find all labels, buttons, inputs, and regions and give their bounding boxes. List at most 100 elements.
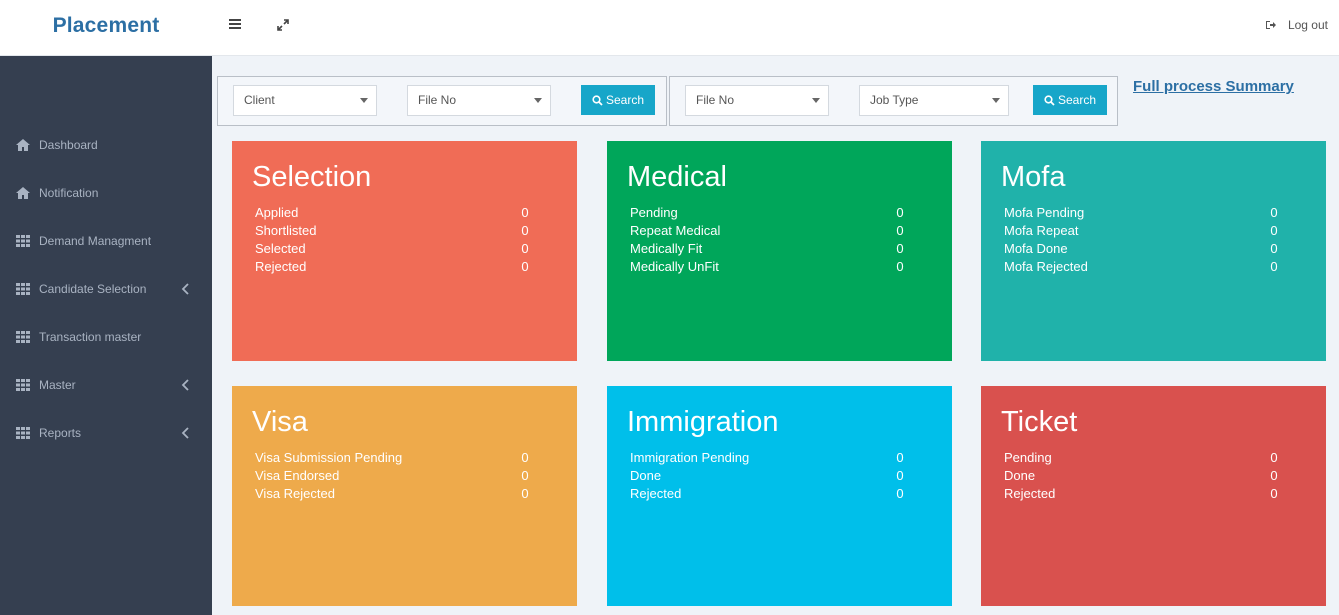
card-row: Done 0 — [630, 467, 905, 485]
grid-icon — [16, 427, 30, 439]
chevron-left-icon — [181, 379, 189, 391]
card-row: Rejected 0 — [255, 258, 530, 276]
sidebar-item-master[interactable]: Master — [0, 370, 212, 400]
card-rows: Pending 0 Done 0 Rejected 0 — [1004, 449, 1279, 503]
card-row: Mofa Pending 0 — [1004, 204, 1279, 222]
sidebar-item-label: Reports — [39, 426, 82, 440]
card-row: Visa Submission Pending 0 — [255, 449, 530, 467]
card-title: Medical — [627, 161, 727, 193]
card-row: Immigration Pending 0 — [630, 449, 905, 467]
card-row: Done 0 — [1004, 467, 1279, 485]
job-type-select[interactable]: Job Type — [859, 85, 1009, 116]
selection-card[interactable]: Selection Applied 0 Shortlisted 0 Selected… — [232, 141, 577, 361]
search-button-2[interactable]: Search — [1033, 85, 1107, 115]
client-select-value: Client — [244, 93, 275, 107]
brand-title[interactable]: Placement — [0, 0, 212, 56]
sidebar-item-demand-managment[interactable]: Demand Managment — [0, 226, 212, 256]
ticket-card[interactable]: Ticket Pending 0 Done 0 Rejected 0 — [981, 386, 1326, 606]
card-row: Rejected 0 — [1004, 485, 1279, 503]
top-header: Placement Log out — [0, 0, 1339, 56]
row-value: 0 — [896, 223, 904, 238]
sidebar-item-label: Master — [39, 378, 76, 392]
row-label: Mofa Done — [1004, 241, 1068, 256]
visa-card[interactable]: Visa Visa Submission Pending 0 Visa Endor… — [232, 386, 577, 606]
sidebar-item-label: Dashboard — [39, 138, 98, 152]
row-value: 0 — [1270, 223, 1278, 238]
row-label: Selected — [255, 241, 306, 256]
row-label: Visa Endorsed — [255, 468, 340, 483]
row-label: Visa Submission Pending — [255, 450, 403, 465]
row-value: 0 — [1270, 259, 1278, 274]
immigration-card[interactable]: Immigration Immigration Pending 0 Done 0 R… — [607, 386, 952, 606]
search-button-label: Search — [605, 93, 645, 107]
card-row: Pending 0 — [1004, 449, 1279, 467]
sidebar-item-dashboard[interactable]: Dashboard — [0, 130, 212, 160]
card-rows: Mofa Pending 0 Mofa Repeat 0 Mofa Done 0 Mo… — [1004, 204, 1279, 276]
row-label: Mofa Rejected — [1004, 259, 1088, 274]
sidebar-item-label: Notification — [39, 186, 99, 200]
row-value: 0 — [1270, 205, 1278, 220]
search-button-label: Search — [1057, 93, 1097, 107]
card-row: Repeat Medical 0 — [630, 222, 905, 240]
menu-icon[interactable] — [228, 17, 246, 35]
filter-group-jobtype: File No Job Type Search — [669, 76, 1118, 126]
sidebar-item-transaction-master[interactable]: Transaction master — [0, 322, 212, 352]
sidebar-item-candidate-selection[interactable]: Candidate Selection — [0, 274, 212, 304]
expand-icon[interactable] — [275, 17, 293, 35]
search-button[interactable]: Search — [581, 85, 655, 115]
card-rows: Visa Submission Pending 0 Visa Endorsed 0 … — [255, 449, 530, 503]
card-title: Visa — [252, 406, 308, 438]
row-label: Visa Rejected — [255, 486, 335, 501]
row-value: 0 — [521, 468, 529, 483]
medical-card[interactable]: Medical Pending 0 Repeat Medical 0 Medical… — [607, 141, 952, 361]
card-row: Mofa Repeat 0 — [1004, 222, 1279, 240]
card-row: Pending 0 — [630, 204, 905, 222]
row-value: 0 — [521, 486, 529, 501]
row-label: Pending — [1004, 450, 1052, 465]
card-row: Medically Fit 0 — [630, 240, 905, 258]
grid-icon — [16, 379, 30, 391]
sidebar-item-reports[interactable]: Reports — [0, 418, 212, 448]
logout-button[interactable]: Log out — [1265, 18, 1328, 32]
file-no-select[interactable]: File No — [407, 85, 551, 116]
file-no-select-value: File No — [418, 93, 457, 107]
filter-group-client: Client File No Search — [217, 76, 667, 126]
grid-icon — [16, 283, 30, 295]
client-select[interactable]: Client — [233, 85, 377, 116]
mofa-card[interactable]: Mofa Mofa Pending 0 Mofa Repeat 0 Mofa Don… — [981, 141, 1326, 361]
row-label: Rejected — [1004, 486, 1056, 501]
card-title: Selection — [252, 161, 372, 193]
card-row: Medically UnFit 0 — [630, 258, 905, 276]
card-row: Shortlisted 0 — [255, 222, 530, 240]
row-label: Repeat Medical — [630, 223, 721, 238]
logout-label: Log out — [1287, 18, 1328, 32]
row-value: 0 — [1270, 468, 1278, 483]
card-row: Rejected 0 — [630, 485, 905, 503]
home-icon — [16, 139, 30, 151]
sidebar-item-label: Demand Managment — [39, 234, 152, 248]
caret-down-icon — [360, 98, 368, 103]
sidebar: Dashboard Notification Demand Managment … — [0, 56, 212, 615]
chevron-left-icon — [181, 427, 189, 439]
row-value: 0 — [521, 223, 529, 238]
row-label: Shortlisted — [255, 223, 317, 238]
row-label: Pending — [630, 205, 678, 220]
sidebar-item-label: Transaction master — [39, 330, 142, 344]
file-no-select-2[interactable]: File No — [685, 85, 829, 116]
row-label: Medically Fit — [630, 241, 703, 256]
row-label: Rejected — [630, 486, 682, 501]
home-icon — [16, 187, 30, 199]
row-value: 0 — [521, 450, 529, 465]
row-value: 0 — [896, 450, 904, 465]
chevron-left-icon — [181, 283, 189, 295]
card-title: Mofa — [1001, 161, 1066, 193]
sidebar-item-notification[interactable]: Notification — [0, 178, 212, 208]
job-type-select-value: Job Type — [870, 93, 919, 107]
row-label: Rejected — [255, 259, 307, 274]
card-row: Mofa Done 0 — [1004, 240, 1279, 258]
card-row: Visa Rejected 0 — [255, 485, 530, 503]
search-icon — [592, 94, 603, 106]
full-process-summary-link[interactable]: Full process Summary — [1133, 78, 1294, 95]
row-label: Applied — [255, 205, 299, 220]
logout-icon — [1265, 21, 1276, 29]
